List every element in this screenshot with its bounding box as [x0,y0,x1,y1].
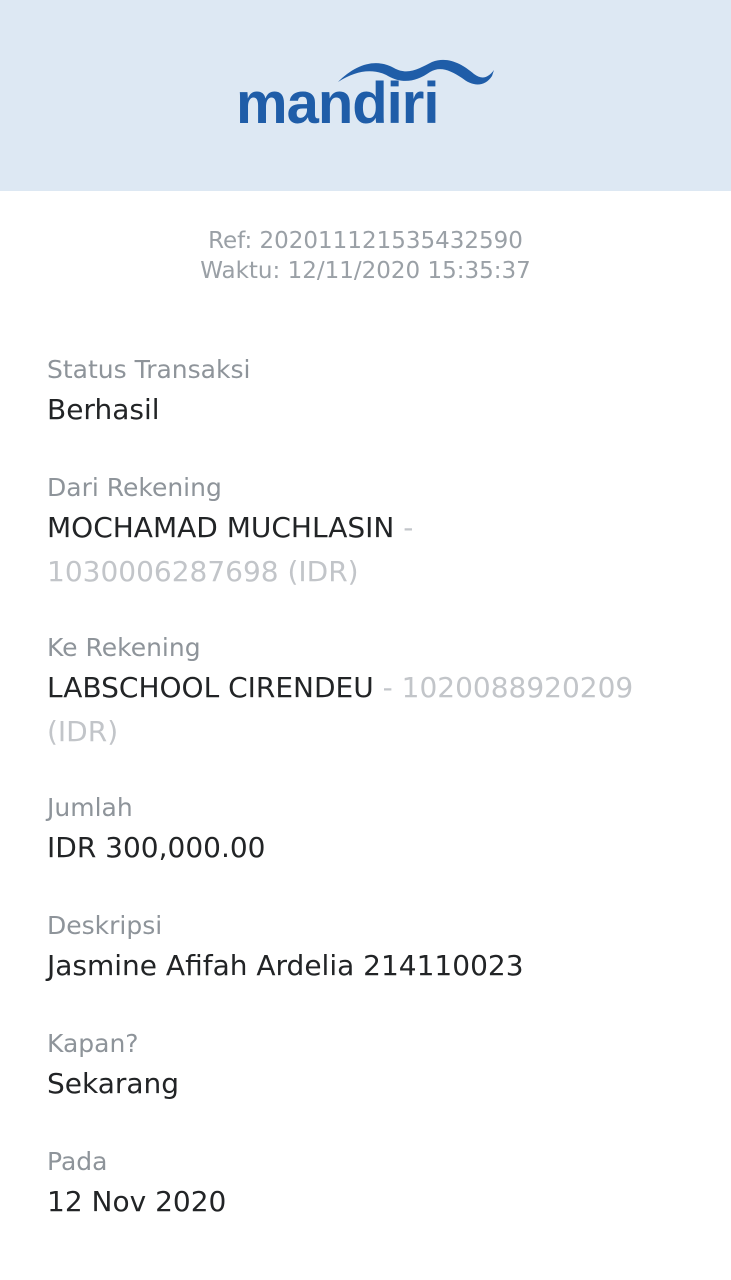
description-value: Jasmine Afifah Ardelia 214110023 [47,949,524,982]
from-account-number: 1030006287698 (IDR) [47,555,359,588]
transaction-time: Waktu: 12/11/2020 15:35:37 [200,258,531,284]
status-field: Status Transaksi Berhasil [47,352,697,432]
to-account-name: LABSCHOOL CIRENDEU [47,671,374,704]
from-account-value: MOCHAMAD MUCHLASIN - 1030006287698 (IDR) [47,506,697,594]
from-account-separator: - [394,511,414,544]
amount-label: Jumlah [47,793,133,822]
mandiri-logo: mandiri [236,52,496,142]
date-label: Pada [47,1147,108,1176]
status-value: Berhasil [47,393,160,426]
schedule-value: Sekarang [47,1067,180,1100]
header-banner: mandiri [0,0,731,191]
date-field: Pada 12 Nov 2020 [47,1144,697,1224]
reference-number: Ref: 202011121535432590 [208,228,523,254]
to-account-separator: - [373,671,402,704]
status-label: Status Transaksi [47,355,251,384]
date-value: 12 Nov 2020 [47,1185,227,1218]
to-account-label: Ke Rekening [47,633,201,662]
description-field: Deskripsi Jasmine Afifah Ardelia 2141100… [47,908,697,988]
brand-wordmark: mandiri [236,71,439,136]
from-account-field: Dari Rekening MOCHAMAD MUCHLASIN - 10300… [47,470,697,594]
from-account-name: MOCHAMAD MUCHLASIN [47,511,395,544]
description-label: Deskripsi [47,911,163,940]
schedule-field: Kapan? Sekarang [47,1026,697,1106]
transaction-meta: Ref: 202011121535432590 Waktu: 12/11/202… [0,226,731,286]
amount-field: Jumlah IDR 300,000.00 [47,790,697,870]
to-account-field: Ke Rekening LABSCHOOL CIRENDEU - 1020088… [47,630,697,754]
amount-value: IDR 300,000.00 [47,831,266,864]
to-account-value: LABSCHOOL CIRENDEU - 1020088920209 (IDR) [47,666,697,754]
from-account-label: Dari Rekening [47,473,222,502]
schedule-label: Kapan? [47,1029,139,1058]
